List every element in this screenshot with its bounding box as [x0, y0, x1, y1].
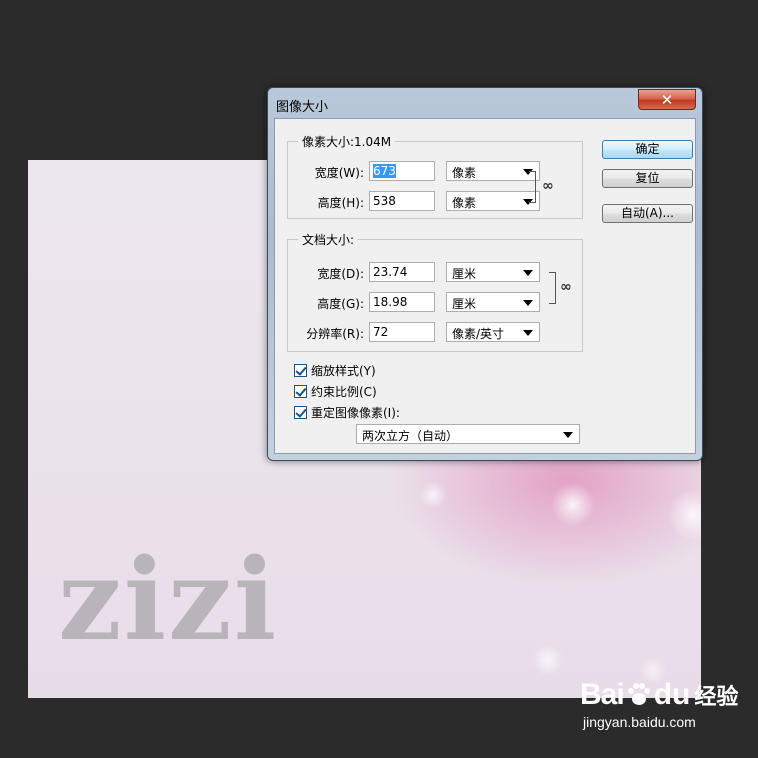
pixel-width-label: 宽度(W):: [314, 166, 364, 180]
constrain-proportions-label: 约束比例(C): [311, 385, 377, 399]
resample-image-checkbox[interactable]: [294, 406, 307, 419]
pixel-height-unit-select[interactable]: 像素: [446, 191, 540, 211]
chevron-down-icon: [563, 432, 573, 438]
watermark-brand-left: Bai: [580, 678, 625, 711]
close-icon: ✕: [660, 90, 674, 109]
resample-image-label: 重定图像像素(I):: [311, 406, 400, 420]
scale-styles-label: 缩放样式(Y): [311, 364, 376, 378]
pixel-width-value: 673: [373, 164, 396, 178]
pixel-width-unit-select[interactable]: 像素: [446, 161, 540, 181]
chevron-down-icon: [523, 330, 533, 336]
chevron-down-icon: [523, 300, 533, 306]
auto-button[interactable]: 自动(A)...: [602, 204, 693, 223]
paw-icon: [625, 680, 653, 711]
document-size-group: 文档大小: 宽度(D): 23.74 厘米 高度(G): 18.98 厘米 分辨…: [287, 231, 583, 352]
watermark-url: jingyan.baidu.com: [583, 714, 696, 730]
resample-method-select[interactable]: 两次立方（自动）: [356, 424, 580, 444]
baidu-jingyan-watermark: Bai du 经验 jingyan.baidu.com: [580, 678, 750, 748]
pixel-height-label: 高度(H):: [317, 196, 364, 210]
doc-height-value: 18.98: [373, 295, 408, 309]
doc-width-value: 23.74: [373, 265, 408, 279]
dialog-titlebar[interactable]: 图像大小 ✕: [268, 88, 702, 118]
document-size-legend: 文档大小:: [298, 231, 359, 248]
resample-image-checkbox-row[interactable]: 重定图像像素(I):: [294, 404, 400, 421]
doc-width-label: 宽度(D):: [317, 267, 364, 281]
constrain-bracket: [529, 171, 536, 203]
pixel-height-value: 538: [373, 194, 396, 208]
image-size-dialog: 图像大小 ✕ 像素大小:1.04M 宽度(W): 673 像素 高度(H): 5…: [267, 87, 703, 461]
pixel-width-input[interactable]: 673: [369, 161, 435, 181]
pixel-dimensions-group: 像素大小:1.04M 宽度(W): 673 像素 高度(H): 538 像素 ∞: [287, 133, 583, 219]
pixel-width-unit-value: 像素: [452, 166, 477, 180]
chain-link-icon: ∞: [560, 279, 572, 295]
scale-styles-checkbox[interactable]: [294, 364, 307, 377]
scale-styles-checkbox-row[interactable]: 缩放样式(Y): [294, 362, 376, 379]
chain-link-icon: ∞: [542, 178, 554, 194]
resolution-value: 72: [373, 325, 389, 339]
doc-height-input[interactable]: 18.98: [369, 292, 435, 312]
doc-width-input[interactable]: 23.74: [369, 262, 435, 282]
constrain-proportions-checkbox[interactable]: [294, 385, 307, 398]
watermark-brand-right: du: [653, 678, 691, 711]
reset-button[interactable]: 复位: [602, 169, 693, 188]
dialog-title: 图像大小: [276, 100, 329, 115]
resample-method-value: 两次立方（自动）: [362, 429, 459, 443]
doc-height-label: 高度(G):: [317, 297, 364, 311]
pixel-dimensions-legend: 像素大小:1.04M: [298, 133, 396, 150]
constrain-proportions-checkbox-row[interactable]: 约束比例(C): [294, 383, 377, 400]
doc-width-unit-value: 厘米: [452, 267, 477, 281]
constrain-bracket: [549, 272, 556, 304]
close-button[interactable]: ✕: [638, 89, 696, 110]
doc-height-unit-select[interactable]: 厘米: [446, 292, 540, 312]
ok-button[interactable]: 确定: [602, 140, 693, 159]
doc-width-unit-select[interactable]: 厘米: [446, 262, 540, 282]
resolution-unit-value: 像素/英寸: [452, 327, 505, 341]
watermark-brand-suffix: 经验: [694, 684, 739, 709]
chevron-down-icon: [523, 270, 533, 276]
doc-height-unit-value: 厘米: [452, 297, 477, 311]
resolution-label: 分辨率(R):: [306, 327, 364, 341]
resolution-input[interactable]: 72: [369, 322, 435, 342]
dialog-client-area: 像素大小:1.04M 宽度(W): 673 像素 高度(H): 538 像素 ∞…: [274, 118, 696, 454]
canvas-logo-text: zizi: [58, 535, 279, 666]
resolution-unit-select[interactable]: 像素/英寸: [446, 322, 540, 342]
pixel-height-input[interactable]: 538: [369, 191, 435, 211]
pixel-height-unit-value: 像素: [452, 196, 477, 210]
